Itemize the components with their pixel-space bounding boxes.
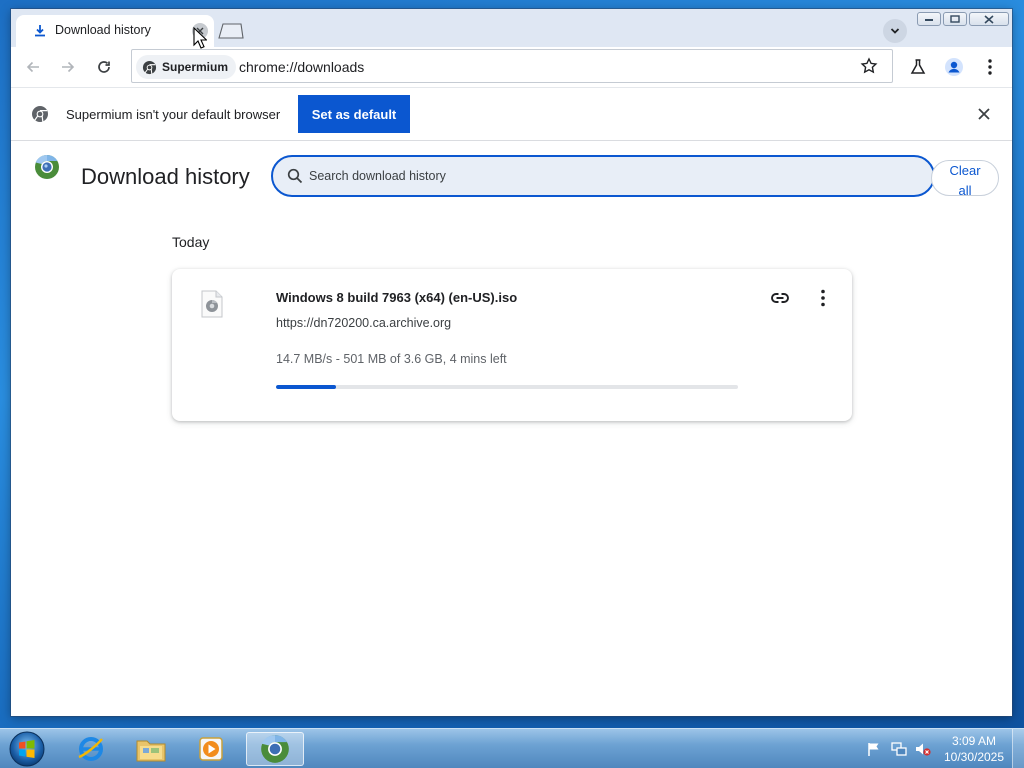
tab-strip: Download history <box>11 9 1012 47</box>
window-close-button[interactable] <box>969 12 1009 26</box>
address-bar[interactable]: Supermium chrome://downloads <box>131 49 893 83</box>
more-vertical-icon <box>988 59 992 75</box>
reload-button[interactable] <box>93 56 115 78</box>
download-status: 14.7 MB/s - 501 MB of 3.6 GB, 4 mins lef… <box>276 352 507 366</box>
clear-all-label-line2: all <box>958 183 972 198</box>
show-desktop-button[interactable] <box>1012 729 1024 768</box>
clock-date: 10/30/2025 <box>943 750 1005 764</box>
folder-icon <box>136 740 166 762</box>
media-player-icon <box>199 737 223 761</box>
window-controls <box>917 12 1011 30</box>
download-icon <box>35 25 45 37</box>
toolbar: Supermium chrome://downloads <box>11 47 1012 87</box>
file-name-link[interactable]: Windows 8 build 7963 (x64) (en-US).iso <box>276 290 517 305</box>
chrome-icon <box>142 60 157 74</box>
minimize-button[interactable] <box>917 12 941 26</box>
profile-button[interactable] <box>943 56 965 78</box>
taskbar: 3:09 AM 10/30/2025 <box>0 728 1024 768</box>
tab-search-button[interactable] <box>883 19 907 43</box>
source-url-link[interactable]: https://dn720200.ca.archive.org <box>276 316 451 330</box>
page-title: Download history <box>81 164 250 189</box>
flask-icon <box>910 59 926 74</box>
clock-time: 3:09 AM <box>951 734 997 748</box>
browser-window: Download history Supermium chrome://down… <box>11 9 1012 716</box>
clear-all-button[interactable]: Clear all <box>931 160 999 198</box>
taskbar-supermium[interactable] <box>246 732 304 766</box>
internet-explorer-icon <box>78 737 103 761</box>
back-button[interactable] <box>22 56 44 78</box>
section-date-heading: Today <box>172 234 210 250</box>
volume-muted-icon[interactable] <box>915 741 931 757</box>
downloads-page: Download history Clear all Today <box>11 142 1012 716</box>
download-progress-fill <box>276 385 337 389</box>
close-icon[interactable] <box>975 105 993 123</box>
search-input[interactable] <box>309 164 909 188</box>
chevron-down-icon <box>890 28 900 34</box>
action-center-flag-icon[interactable] <box>866 741 882 757</box>
site-chip-label: Supermium <box>162 60 229 74</box>
network-icon[interactable] <box>891 741 907 757</box>
tab-title: Download history <box>55 23 151 37</box>
avatar-icon <box>945 58 963 76</box>
supermium-logo-icon <box>261 735 289 763</box>
arrow-left-icon <box>26 61 39 73</box>
site-info-chip[interactable]: Supermium <box>136 55 237 79</box>
search-box[interactable] <box>271 155 935 197</box>
star-icon[interactable] <box>860 57 878 75</box>
default-browser-infobar: Supermium isn't your default browser Set… <box>11 87 1012 141</box>
start-button[interactable] <box>7 730 47 768</box>
page-header: Download history Clear all <box>11 142 1012 204</box>
chrome-icon <box>32 106 48 123</box>
tab-download-history[interactable]: Download history <box>16 15 214 47</box>
tab-close-icon[interactable] <box>192 23 208 39</box>
infobar-message: Supermium isn't your default browser <box>66 107 281 122</box>
file-icon <box>201 290 223 318</box>
url-text[interactable]: chrome://downloads <box>239 59 364 75</box>
copy-link-icon[interactable] <box>769 287 791 309</box>
download-progress-bar <box>276 385 738 389</box>
maximize-button[interactable] <box>943 12 967 26</box>
more-actions-icon[interactable] <box>812 287 834 309</box>
taskbar-internet-explorer[interactable] <box>62 732 120 766</box>
download-item-card: Windows 8 build 7963 (x64) (en-US).iso h… <box>172 269 852 421</box>
arrow-right-icon <box>62 61 75 73</box>
search-icon <box>287 168 303 184</box>
set-as-default-button[interactable]: Set as default <box>298 95 410 133</box>
system-clock[interactable]: 3:09 AM 10/30/2025 <box>940 733 1008 765</box>
forward-button[interactable] <box>57 56 79 78</box>
clear-all-label-line1: Clear <box>949 163 981 178</box>
labs-button[interactable] <box>907 56 929 78</box>
supermium-logo-icon <box>35 154 59 179</box>
taskbar-file-explorer[interactable] <box>122 732 180 766</box>
reload-icon <box>98 61 110 73</box>
taskbar-media-player[interactable] <box>182 732 240 766</box>
menu-button[interactable] <box>979 56 1001 78</box>
new-tab-button[interactable] <box>218 23 244 39</box>
